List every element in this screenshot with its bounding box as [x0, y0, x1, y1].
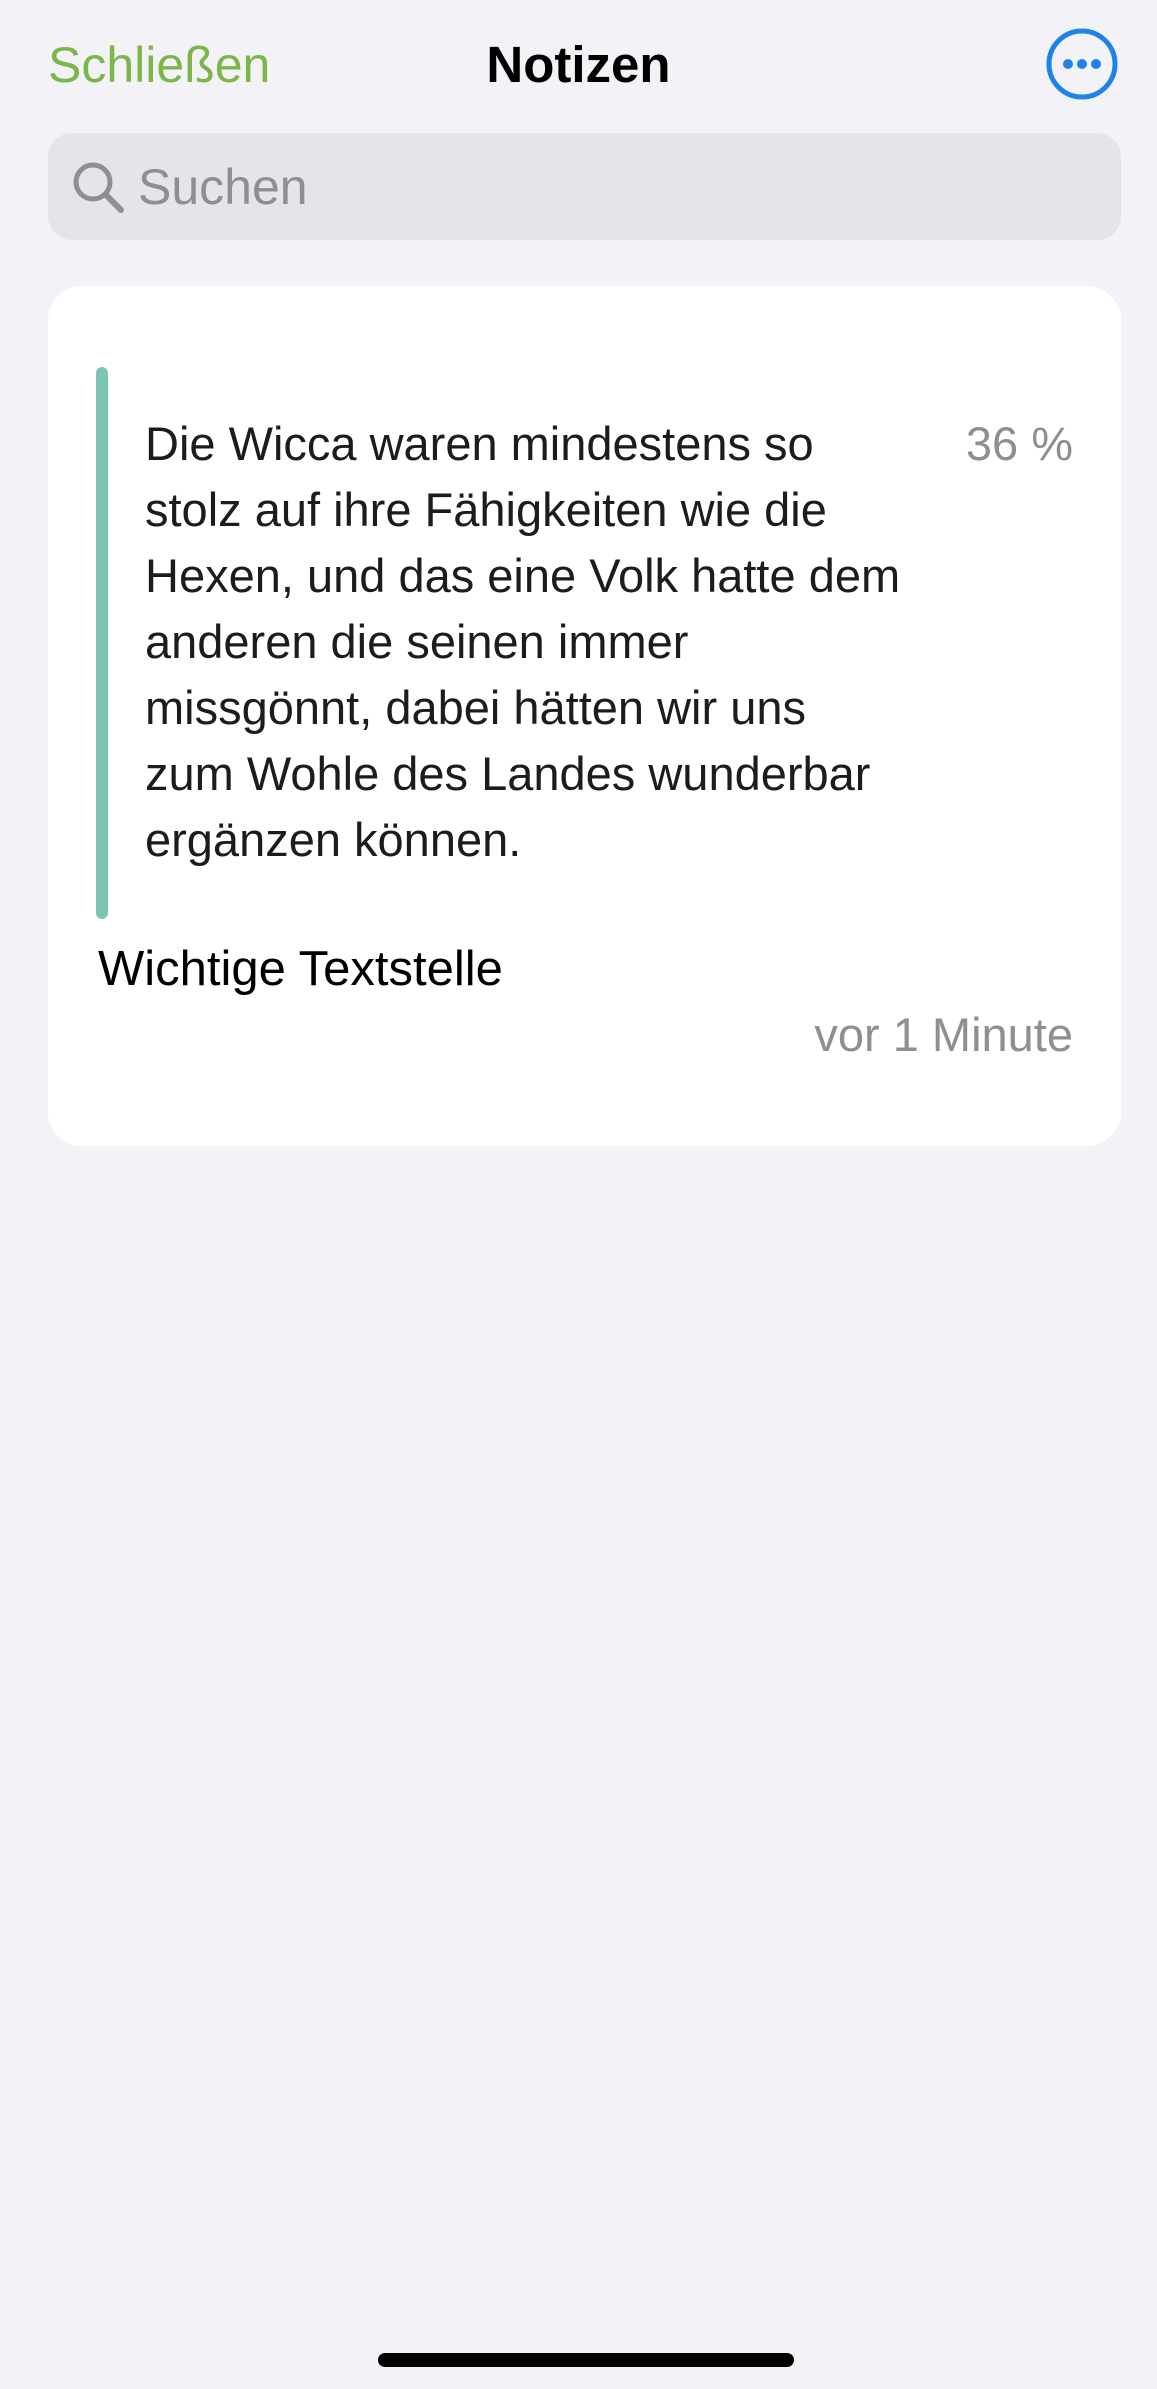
search-input[interactable] — [138, 133, 1098, 240]
note-card[interactable]: Die Wicca waren mindestens so stolz auf … — [48, 286, 1121, 1146]
search-icon — [73, 162, 124, 213]
navigation-bar: Schließen Notizen — [0, 0, 1157, 130]
more-options-button[interactable] — [1046, 28, 1118, 100]
home-indicator[interactable] — [378, 2353, 794, 2367]
close-button[interactable]: Schließen — [48, 30, 270, 100]
note-timestamp: vor 1 Minute — [814, 1008, 1073, 1061]
highlighted-quote: Die Wicca waren mindestens so stolz auf … — [145, 417, 901, 866]
reading-progress: 36 % — [965, 417, 1073, 470]
ellipsis-circle-icon — [1046, 28, 1118, 100]
highlight-color-bar — [96, 367, 108, 919]
note-text: Wichtige Textstelle — [98, 942, 503, 996]
search-bar[interactable] — [48, 133, 1121, 240]
